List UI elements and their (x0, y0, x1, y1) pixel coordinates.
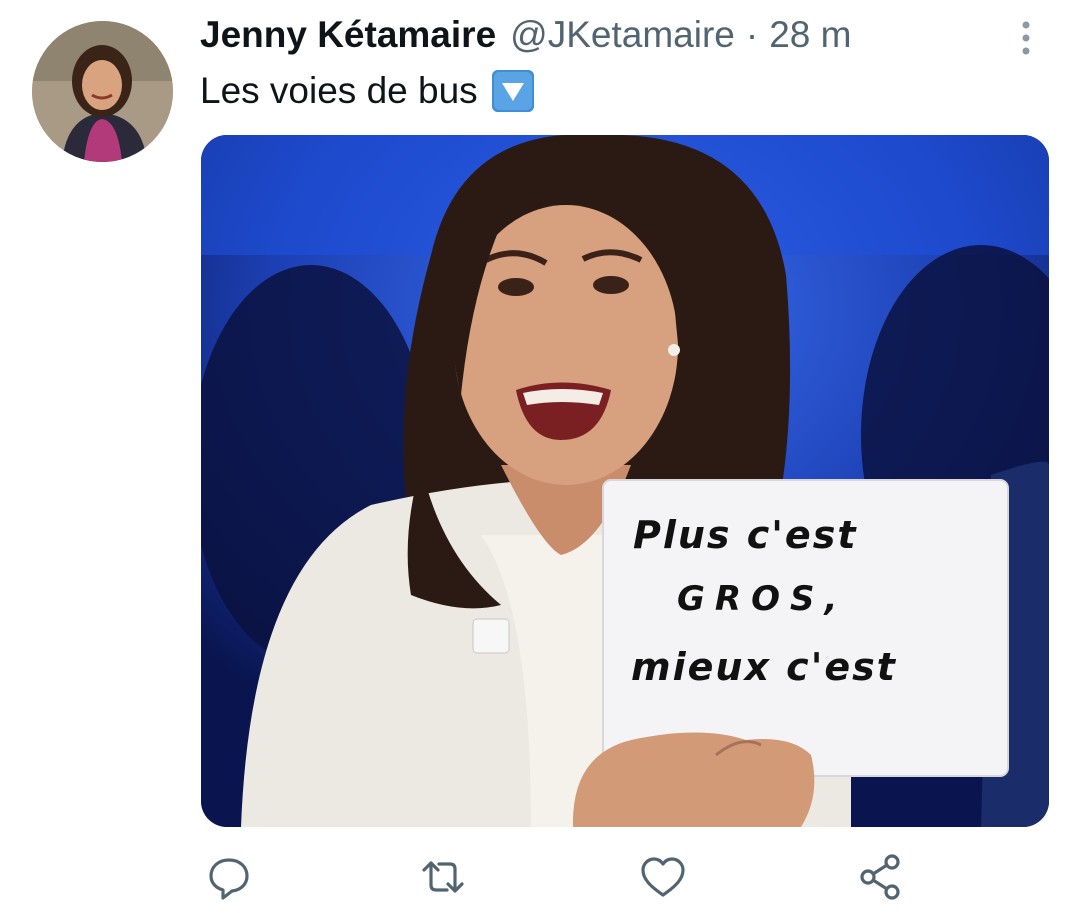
like-icon[interactable] (638, 852, 688, 902)
avatar-image (32, 21, 173, 162)
photo-illustration (201, 135, 1049, 827)
more-options-icon[interactable] (1008, 18, 1044, 58)
author-avatar[interactable] (32, 21, 173, 162)
tweet-text: Les voies de bus (200, 70, 534, 112)
reply-icon[interactable] (204, 852, 254, 902)
timestamp[interactable]: 28 m (769, 14, 851, 56)
sign-line-1: Plus c'est (633, 513, 858, 557)
separator: · (745, 14, 759, 55)
sign-line-2: GROS, (677, 579, 848, 619)
sign-line-3: mieux c'est (631, 645, 897, 689)
author-name[interactable]: Jenny Kétamaire (200, 14, 496, 56)
tweet-body: Les voies de bus (200, 70, 478, 111)
tweet-action-bar (0, 852, 1080, 907)
author-handle[interactable]: @JKetamaire (510, 14, 735, 56)
tweet-media-image[interactable]: Plus c'est GROS, mieux c'est (201, 135, 1049, 827)
retweet-icon[interactable] (418, 852, 468, 902)
tweet-header: Jenny Kétamaire @JKetamaire · 28 m (200, 14, 851, 64)
down-triangle-emoji-icon (491, 70, 534, 112)
share-icon[interactable] (856, 852, 906, 902)
